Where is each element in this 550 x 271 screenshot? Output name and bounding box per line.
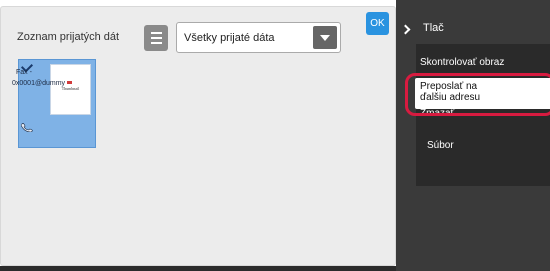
list-view-icon[interactable] [144,25,168,51]
filter-select[interactable]: Všetky prijaté dáta [176,22,341,53]
filter-select-value: Všetky prijaté dáta [184,32,275,44]
fax-sender-address: 0x0001@dummy [12,80,66,87]
fax-sender-label: Fax - [16,69,32,76]
screen: Zoznam prijatých dát Všetky prijaté dáta… [0,0,550,271]
received-data-panel: Zoznam prijatých dát Všetky prijaté dáta… [0,6,396,266]
dropdown-arrow-icon[interactable] [313,26,337,49]
bottom-strip [0,266,396,271]
menu-item-file[interactable]: Súbor [427,140,454,151]
ok-button[interactable]: OK [366,12,389,35]
received-list-label: Zoznam prijatých dát [17,31,120,43]
fax-icon [21,123,33,132]
forward-highlight-frame [405,73,550,116]
document-preview: Thumbnail [51,65,90,114]
menu-item-check-image[interactable]: Skontrolovať obraz [420,57,504,68]
doc-logo-mark [67,81,72,84]
menu-item-print[interactable]: Tlač [423,22,444,34]
